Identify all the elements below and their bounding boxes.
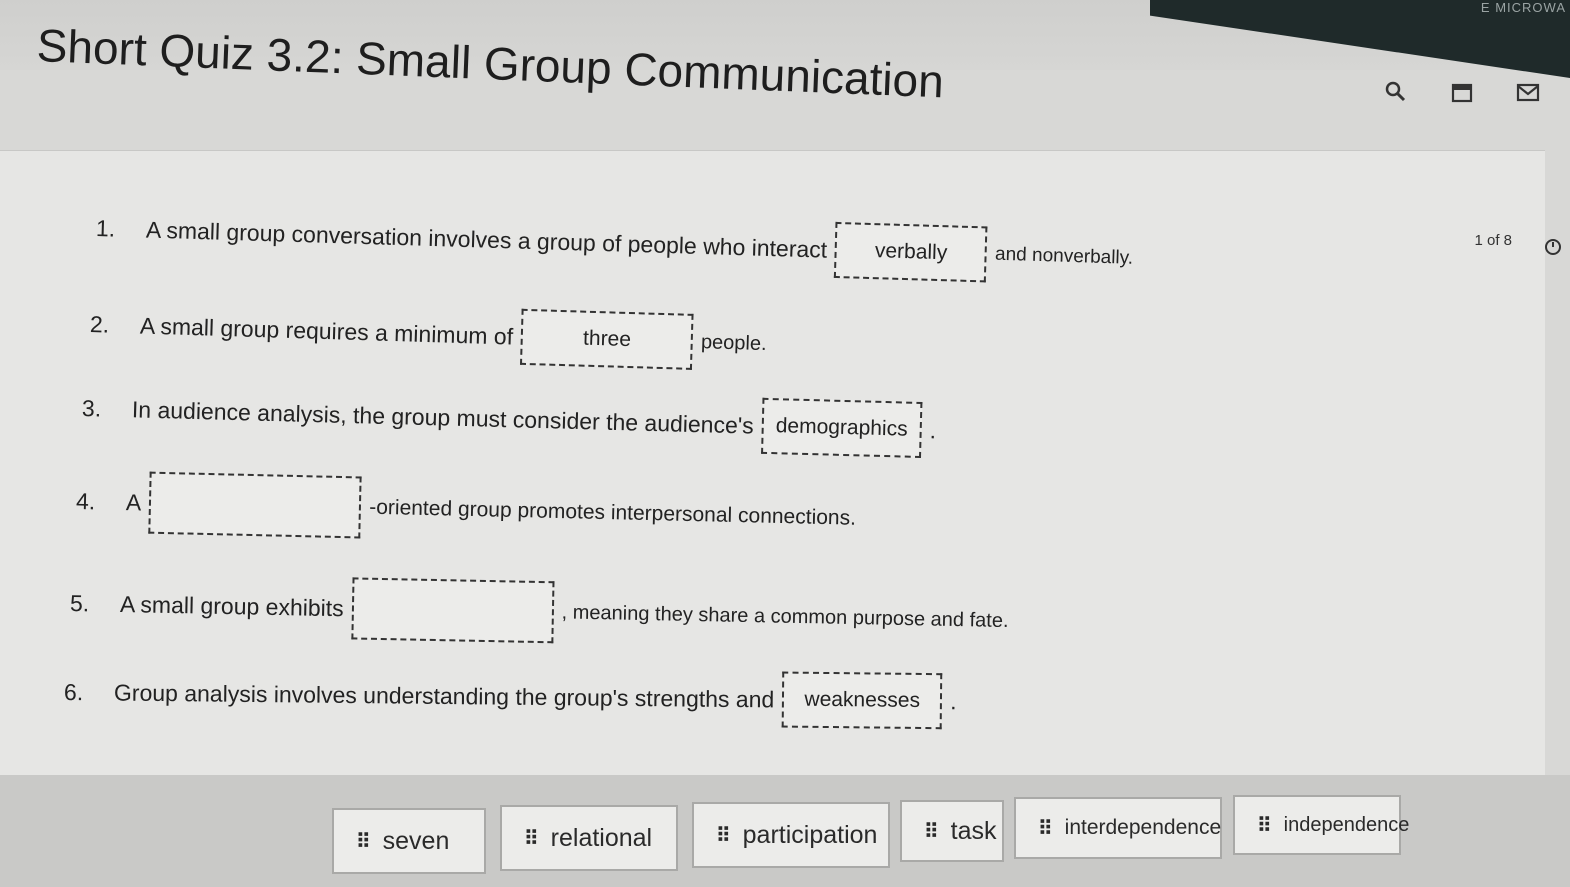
drag-handle-icon[interactable]: ⠿ xyxy=(924,819,939,844)
question-number: 6. xyxy=(63,678,84,705)
answer-blank[interactable]: three xyxy=(520,308,694,370)
drag-handle-icon[interactable]: ⠿ xyxy=(1038,816,1053,841)
question-text-after: and nonverbally. xyxy=(994,243,1134,269)
answer-chip-label: independence xyxy=(1283,813,1410,836)
answer-blank[interactable] xyxy=(351,577,555,644)
answer-chip-label: participation xyxy=(742,820,878,849)
answer-blank[interactable] xyxy=(148,471,362,539)
toolbar xyxy=(1384,80,1540,104)
question-text-after: -oriented group promotes interpersonal c… xyxy=(369,495,857,530)
drag-handle-icon[interactable]: ⠿ xyxy=(524,826,539,851)
search-icon[interactable] xyxy=(1384,80,1408,104)
answer-blank[interactable]: weaknesses xyxy=(781,671,943,730)
question-text-after: . xyxy=(950,687,957,714)
question-text-before: A small group requires a minimum of xyxy=(139,311,514,350)
answer-chip-label: interdependence xyxy=(1064,816,1222,839)
answer-chip[interactable]: ⠿ interdependence xyxy=(1014,797,1222,859)
question-number: 2. xyxy=(89,310,110,338)
question-text-before: A small group exhibits xyxy=(119,590,344,621)
calendar-icon[interactable] xyxy=(1450,80,1474,104)
question-text-before: In audience analysis, the group must con… xyxy=(131,395,755,439)
question-text-after: people. xyxy=(700,330,767,355)
answer-blank[interactable]: demographics xyxy=(760,397,923,458)
question-number: 5. xyxy=(69,589,90,616)
answer-chip-label: task xyxy=(950,816,997,845)
answer-chip[interactable]: ⠿ independence xyxy=(1233,795,1409,855)
question-text-before: Group analysis involves understanding th… xyxy=(113,679,775,712)
question-text-before: A small group conversation involves a gr… xyxy=(145,215,828,263)
answer-chip-label: seven xyxy=(382,826,450,855)
question-number: 1. xyxy=(95,214,116,242)
question-6: 6. Group analysis involves understanding… xyxy=(63,664,957,730)
mail-icon[interactable] xyxy=(1516,80,1540,104)
drag-handle-icon[interactable]: ⠿ xyxy=(1257,813,1272,838)
question-counter: 1 of 8 xyxy=(1474,232,1512,249)
drag-handle-icon[interactable]: ⠿ xyxy=(356,829,371,854)
answer-chip[interactable]: ⠿ relational xyxy=(500,805,678,871)
question-number: 4. xyxy=(75,487,96,514)
timer-icon[interactable] xyxy=(1544,238,1562,261)
answer-chip-label: relational xyxy=(550,823,653,852)
question-number: 3. xyxy=(81,394,102,421)
brand-label: E MICROWA xyxy=(1480,0,1566,15)
question-text-after: . xyxy=(929,416,937,443)
question-text-before: A xyxy=(125,488,142,515)
drag-handle-icon[interactable]: ⠿ xyxy=(716,823,731,848)
answer-blank[interactable]: verbally xyxy=(834,221,988,283)
answer-chip[interactable]: ⠿ task xyxy=(900,800,1004,862)
answer-chip[interactable]: ⠿ seven xyxy=(332,808,486,874)
question-text-after: , meaning they share a common purpose an… xyxy=(561,600,1009,632)
answer-chip[interactable]: ⠿ participation xyxy=(692,802,890,868)
